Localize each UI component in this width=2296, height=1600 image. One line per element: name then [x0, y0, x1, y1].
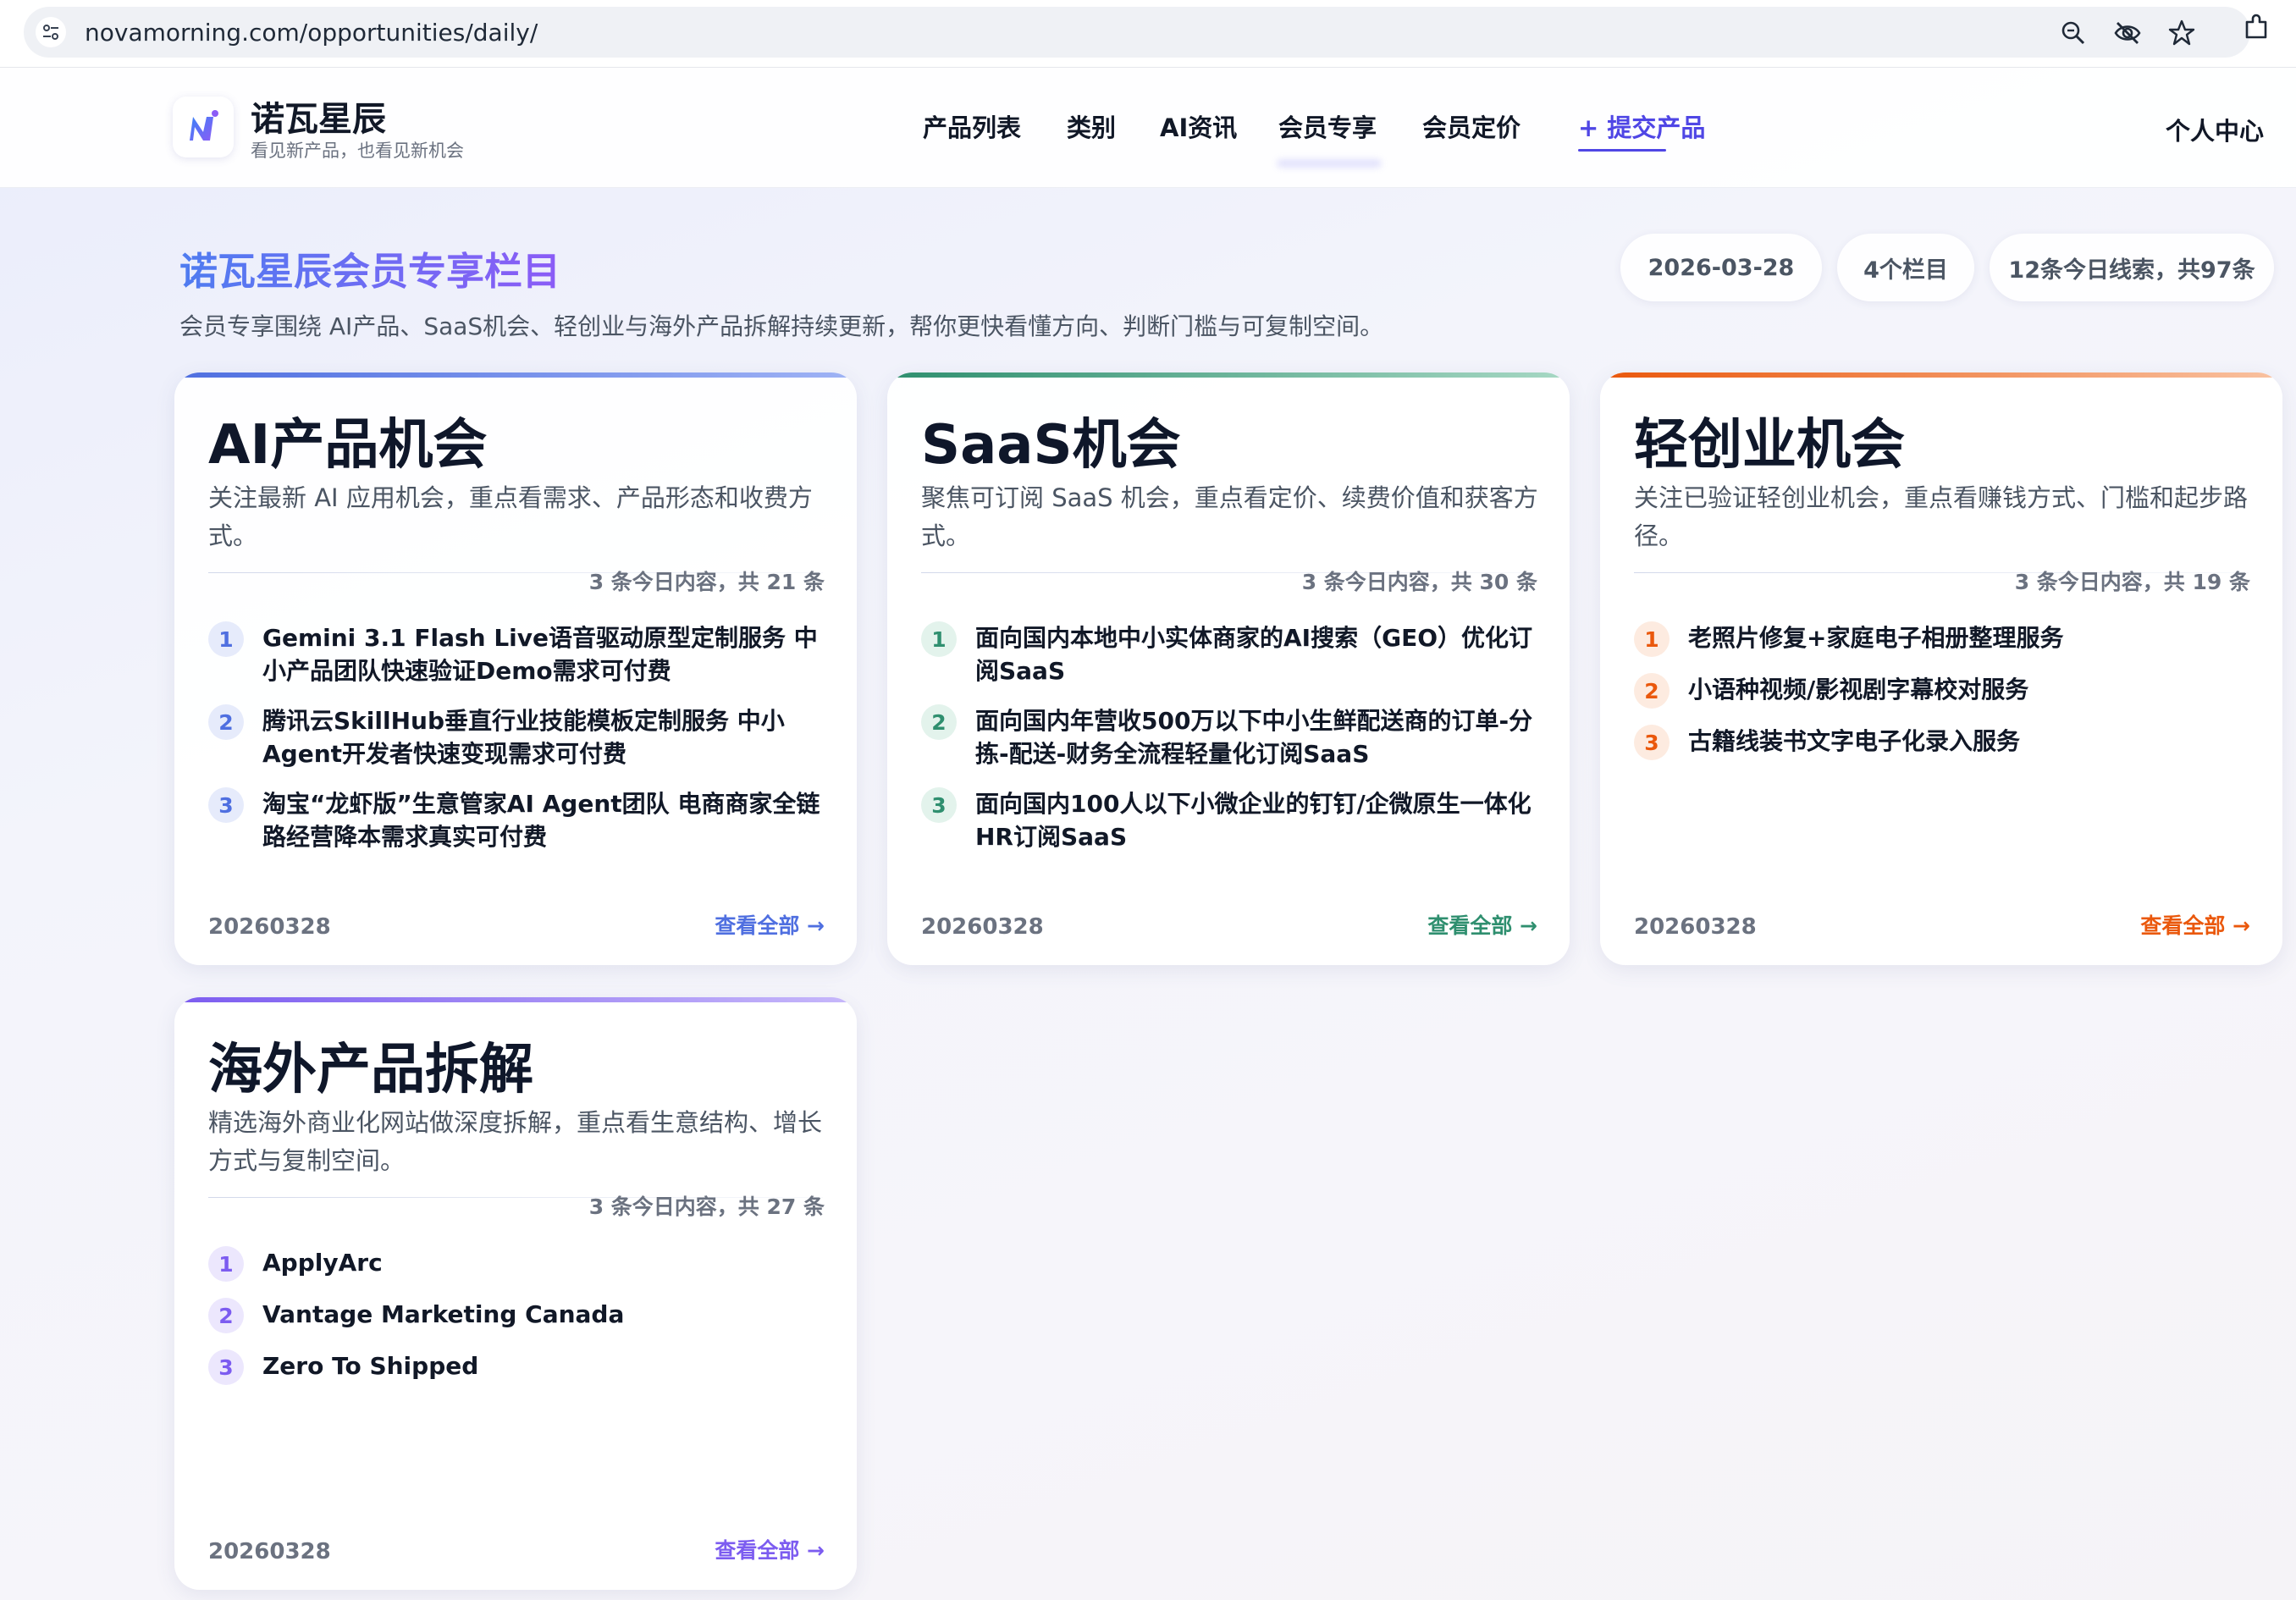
view-all-link[interactable]: 查看全部 →	[715, 1534, 825, 1564]
item-title[interactable]: 面向国内100人以下小微企业的钉钉/企微原生一体化HR订阅SaaS	[975, 787, 1548, 853]
item-number-badge: 1	[208, 1246, 244, 1282]
card-item-list: 1 Gemini 3.1 Flash Live语音驱动原型定制服务 中小产品团队…	[208, 621, 835, 870]
address-bar[interactable]: novamorning.com/opportunities/daily/	[24, 7, 2250, 58]
item-title[interactable]: ApplyArc	[262, 1246, 835, 1279]
card-item-list: 1 ApplyArc 2 Vantage Marketing Canada 3 …	[208, 1246, 835, 1401]
card-item-list: 1 老照片修复+家庭电子相册整理服务 2 小语种视频/影视剧字幕校对服务 3 古…	[1634, 621, 2260, 776]
card-description: 精选海外商业化网站做深度拆解，重点看生意结构、增长方式与复制空间。	[208, 1108, 823, 1175]
list-item[interactable]: 1 老照片修复+家庭电子相册整理服务	[1634, 621, 2260, 657]
list-item[interactable]: 1 Gemini 3.1 Flash Live语音驱动原型定制服务 中小产品团队…	[208, 621, 835, 687]
card-description: 关注已验证轻创业机会，重点看赚钱方式、门槛和起步路径。	[1634, 483, 2249, 550]
card-title[interactable]: AI产品机会	[208, 401, 487, 479]
card-item-list: 1 面向国内本地中小实体商家的AI搜索（GEO）优化订阅SaaS 2 面向国内年…	[921, 621, 1548, 870]
list-item[interactable]: 1 面向国内本地中小实体商家的AI搜索（GEO）优化订阅SaaS	[921, 621, 1548, 687]
view-all-link[interactable]: 查看全部 →	[1427, 909, 1537, 940]
nav-submit-underline	[1578, 149, 1666, 152]
nav-members[interactable]: 会员专享	[1278, 108, 1377, 144]
list-item[interactable]: 3 淘宝“龙虾版”生意管家AI Agent团队 电商商家全链路经营降本需求真实可…	[208, 787, 835, 853]
list-item[interactable]: 2 小语种视频/影视剧字幕校对服务	[1634, 673, 2260, 709]
zoom-icon[interactable]	[2059, 19, 2088, 47]
card-light-startup: 轻创业机会 关注已验证轻创业机会，重点看赚钱方式、门槛和起步路径。 3 条今日内…	[1600, 372, 2282, 965]
card-saas: SaaS机会 聚焦可订阅 SaaS 机会，重点看定价、续费价值和获客方式。 3 …	[887, 372, 1570, 965]
card-title[interactable]: SaaS机会	[921, 401, 1181, 479]
user-center-link[interactable]: 个人中心	[2166, 112, 2264, 147]
card-accent-bar	[887, 372, 1570, 378]
list-item[interactable]: 2 Vantage Marketing Canada	[208, 1298, 835, 1333]
card-description: 关注最新 AI 应用机会，重点看需求、产品形态和收费方式。	[208, 483, 813, 550]
item-title[interactable]: Zero To Shipped	[262, 1349, 835, 1382]
list-item[interactable]: 2 腾讯云SkillHub垂直行业技能模板定制服务 中小Agent开发者快速变现…	[208, 704, 835, 770]
list-item[interactable]: 3 Zero To Shipped	[208, 1349, 835, 1385]
section-description: 会员专享围绕 AI产品、SaaS机会、轻创业与海外产品拆解持续更新，帮你更快看懂…	[179, 312, 1384, 340]
browser-toolbar: novamorning.com/opportunities/daily/	[0, 0, 2296, 68]
item-number-badge: 3	[208, 787, 244, 823]
item-title[interactable]: 腾讯云SkillHub垂直行业技能模板定制服务 中小Agent开发者快速变现需求…	[262, 704, 835, 770]
site-header: 诺瓦星辰 看见新产品，也看见新机会 产品列表 类别 AI资讯 会员专享 会员定价…	[0, 68, 2296, 188]
nav-active-glow	[1277, 159, 1382, 168]
item-number-badge: 2	[208, 1298, 244, 1333]
item-number-badge: 2	[208, 704, 244, 740]
item-title[interactable]: 小语种视频/影视剧字幕校对服务	[1688, 673, 2260, 706]
card-accent-bar	[174, 997, 857, 1002]
extensions-icon[interactable]	[2240, 12, 2272, 44]
brand-name[interactable]: 诺瓦星辰	[251, 91, 386, 141]
card-count: 3 条今日内容，共 27 条	[588, 1194, 825, 1219]
nav-products[interactable]: 产品列表	[923, 108, 1021, 144]
card-accent-bar	[174, 372, 857, 378]
card-overseas-teardown: 海外产品拆解 精选海外商业化网站做深度拆解，重点看生意结构、增长方式与复制空间。…	[174, 997, 857, 1590]
card-accent-bar	[1600, 372, 2282, 378]
card-title[interactable]: 轻创业机会	[1634, 401, 1905, 479]
card-title[interactable]: 海外产品拆解	[208, 1026, 533, 1104]
nav-ai-news[interactable]: AI资讯	[1160, 108, 1237, 144]
nav-categories[interactable]: 类别	[1067, 108, 1116, 144]
card-date: 20260328	[1634, 914, 1757, 940]
item-title[interactable]: 面向国内本地中小实体商家的AI搜索（GEO）优化订阅SaaS	[975, 621, 1548, 687]
card-ai-products: AI产品机会 关注最新 AI 应用机会，重点看需求、产品形态和收费方式。 3 条…	[174, 372, 857, 965]
logo-icon[interactable]	[173, 97, 234, 157]
item-title[interactable]: 淘宝“龙虾版”生意管家AI Agent团队 电商商家全链路经营降本需求真实可付费	[262, 787, 835, 853]
brand-tagline: 看见新产品，也看见新机会	[251, 141, 464, 161]
list-item[interactable]: 3 面向国内100人以下小微企业的钉钉/企微原生一体化HR订阅SaaS	[921, 787, 1548, 853]
card-date: 20260328	[921, 914, 1044, 940]
date-pill: 2026-03-28	[1620, 234, 1822, 301]
item-number-badge: 1	[921, 621, 957, 657]
card-count: 3 条今日内容，共 30 条	[1301, 570, 1537, 594]
item-number-badge: 3	[921, 787, 957, 823]
item-number-badge: 2	[1634, 673, 1670, 709]
leads-pill: 12条今日线索，共97条	[1990, 234, 2274, 301]
list-item[interactable]: 2 面向国内年营收500万以下中小生鲜配送商的订单-分拣-配送-财务全流程轻量化…	[921, 704, 1548, 770]
card-count: 3 条今日内容，共 21 条	[588, 570, 825, 594]
eye-off-icon[interactable]	[2113, 19, 2142, 47]
columns-pill: 4个栏目	[1837, 234, 1974, 301]
view-all-link[interactable]: 查看全部 →	[715, 909, 825, 940]
view-all-link[interactable]: 查看全部 →	[2140, 909, 2250, 940]
card-date: 20260328	[208, 1539, 331, 1564]
url-text[interactable]: novamorning.com/opportunities/daily/	[85, 19, 538, 47]
star-icon[interactable]	[2167, 19, 2196, 47]
item-title[interactable]: 面向国内年营收500万以下中小生鲜配送商的订单-分拣-配送-财务全流程轻量化订阅…	[975, 704, 1548, 770]
item-title[interactable]: Gemini 3.1 Flash Live语音驱动原型定制服务 中小产品团队快速…	[262, 621, 835, 687]
site-settings-icon[interactable]	[36, 17, 66, 47]
item-title[interactable]: Vantage Marketing Canada	[262, 1298, 835, 1331]
list-item[interactable]: 3 古籍线装书文字电子化录入服务	[1634, 725, 2260, 760]
item-number-badge: 3	[208, 1349, 244, 1385]
section-title: 诺瓦星辰会员专享栏目	[179, 240, 560, 295]
card-description: 聚焦可订阅 SaaS 机会，重点看定价、续费价值和获客方式。	[921, 483, 1538, 550]
item-title[interactable]: 古籍线装书文字电子化录入服务	[1688, 725, 2260, 758]
card-date: 20260328	[208, 914, 331, 940]
card-count: 3 条今日内容，共 19 条	[2014, 570, 2250, 594]
item-title[interactable]: 老照片修复+家庭电子相册整理服务	[1688, 621, 2260, 654]
item-number-badge: 3	[1634, 725, 1670, 760]
nav-pricing[interactable]: 会员定价	[1422, 108, 1521, 144]
item-number-badge: 2	[921, 704, 957, 740]
list-item[interactable]: 1 ApplyArc	[208, 1246, 835, 1282]
nav-submit-product[interactable]: + 提交产品	[1578, 108, 1705, 144]
item-number-badge: 1	[208, 621, 244, 657]
item-number-badge: 1	[1634, 621, 1670, 657]
